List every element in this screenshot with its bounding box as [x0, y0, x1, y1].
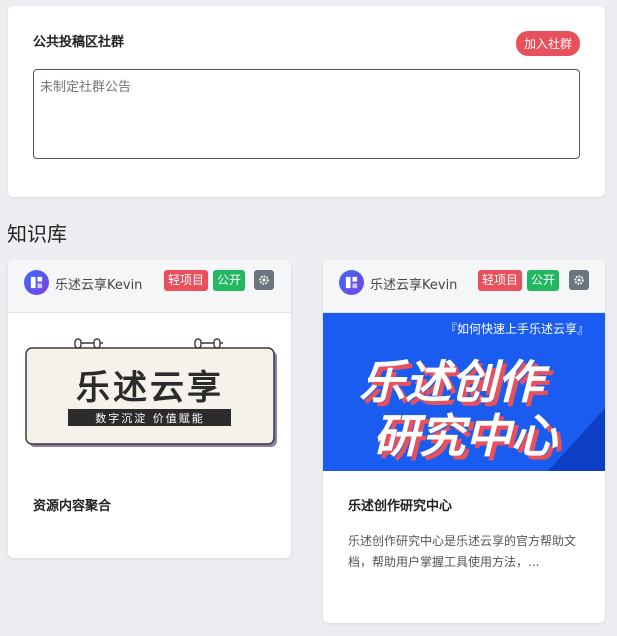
card-header: 乐述云享Kevin 轻项目 公开	[323, 260, 605, 313]
community-notice-field[interactable]	[33, 69, 580, 159]
card-author: 乐述云享Kevin	[55, 278, 143, 293]
logo-icon	[339, 270, 364, 295]
community-panel: 公共投稿区社群 加入社群	[8, 6, 605, 197]
logo-icon	[24, 270, 49, 295]
knowledge-card[interactable]: 乐述云享Kevin 轻项目 公开 『如何快速上手乐述云享』 乐述创作 乐述创作 …	[323, 260, 605, 623]
knowledge-card[interactable]: 乐述云享Kevin 轻项目 公开 乐述云享 数字沉淀 价值赋能 资源内容聚合	[8, 260, 291, 558]
cover-caption-text: 『如何快速上手乐述云享』	[445, 321, 589, 336]
cover-line2-text: 研究中心	[373, 409, 559, 463]
join-community-button[interactable]: 加入社群	[515, 31, 580, 56]
cover-line1-text: 乐述创作	[359, 355, 550, 409]
card-description: 乐述创作研究中心是乐述云享的官方帮助文档，帮助用户掌握工具使用方法，...	[348, 534, 577, 569]
community-title: 公共投稿区社群	[33, 35, 125, 50]
tag-light-project: 轻项目	[478, 270, 523, 291]
card-cover-image: 『如何快速上手乐述云享』 乐述创作 乐述创作 研究中心 研究中心	[323, 313, 605, 471]
gear-icon[interactable]	[254, 270, 274, 290]
cover-subtitle-text: 数字沉淀 价值赋能	[95, 411, 205, 425]
card-title[interactable]: 资源内容聚合	[33, 495, 111, 514]
knowledge-section-title: 知识库	[7, 222, 67, 246]
card-header: 乐述云享Kevin 轻项目 公开	[8, 260, 291, 313]
tag-light-project: 轻项目	[164, 270, 209, 291]
card-author: 乐述云享Kevin	[370, 278, 458, 293]
tag-public: 公开	[213, 270, 246, 291]
card-cover-image: 乐述云享 数字沉淀 价值赋能	[8, 313, 291, 471]
tag-public: 公开	[527, 270, 560, 291]
card-title[interactable]: 乐述创作研究中心	[348, 495, 452, 514]
gear-icon[interactable]	[569, 270, 589, 290]
cover-title-text: 乐述云享	[76, 368, 224, 408]
